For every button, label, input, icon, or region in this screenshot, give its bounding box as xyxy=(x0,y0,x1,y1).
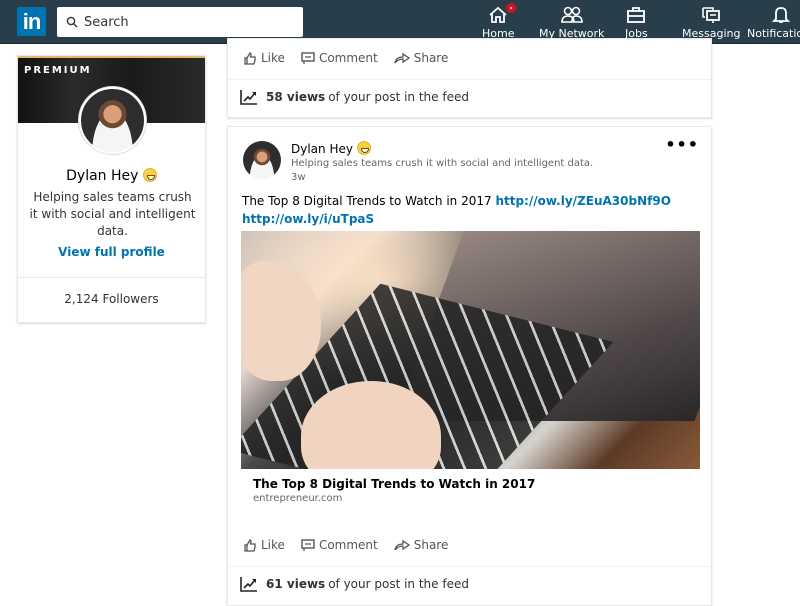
profile-name-row[interactable]: Dylan Hey xyxy=(18,168,205,184)
premium-badge: PREMIUM xyxy=(24,65,92,76)
post-actions: Like Comment Share xyxy=(243,538,448,552)
author-headline: Helping sales teams crush it with social… xyxy=(291,158,594,169)
bell-icon xyxy=(772,7,791,23)
profile-avatar[interactable] xyxy=(79,87,146,154)
home-icon xyxy=(489,6,507,23)
post-actions: Like Comment Share xyxy=(243,51,448,65)
more-options-icon[interactable]: ••• xyxy=(665,135,699,154)
nav-notifications[interactable]: Notifications xyxy=(747,5,800,43)
like-button[interactable]: Like xyxy=(243,51,285,65)
search-placeholder: Search xyxy=(84,14,129,30)
post-time: 3w xyxy=(291,172,306,183)
share-label: Share xyxy=(413,538,449,552)
profile-headline: Helping sales teams crush it with social… xyxy=(29,190,196,238)
followers-count[interactable]: 2,124 Followers xyxy=(18,292,205,306)
feed-post: Like Comment Share 58 views of your post … xyxy=(227,38,712,118)
smiley-emoji-icon xyxy=(142,168,157,182)
comment-icon xyxy=(301,52,315,64)
hand xyxy=(241,261,321,381)
share-icon xyxy=(394,539,410,551)
views-suffix: of your post in the feed xyxy=(328,577,469,591)
author-row[interactable]: Dylan Hey xyxy=(291,141,371,156)
post-views[interactable]: 58 views of your post in the feed xyxy=(240,89,469,105)
like-label: Like xyxy=(261,538,285,552)
share-button[interactable]: Share xyxy=(394,538,449,552)
divider xyxy=(18,277,205,278)
nav-label: Notifications xyxy=(747,27,800,40)
search-input[interactable]: Search xyxy=(57,7,303,37)
comment-label: Comment xyxy=(318,51,378,65)
views-count: 58 views xyxy=(266,90,326,104)
profile-name[interactable]: Dylan Hey xyxy=(66,168,138,184)
divider xyxy=(228,79,711,80)
thumbs-up-icon xyxy=(244,539,256,552)
profile-card: PREMIUM Dylan Hey Helping sales teams cr… xyxy=(17,55,206,323)
like-label: Like xyxy=(261,51,285,65)
post-link[interactable]: http://ow.ly/ZEuA30bNf9O xyxy=(495,194,670,208)
comment-label: Comment xyxy=(318,538,378,552)
views-suffix: of your post in the feed xyxy=(328,90,469,104)
briefcase-icon xyxy=(627,7,646,23)
smiley-emoji-icon xyxy=(356,141,371,155)
share-icon xyxy=(394,52,410,64)
author-avatar[interactable] xyxy=(243,141,281,179)
article-title[interactable]: The Top 8 Digital Trends to Watch in 201… xyxy=(253,477,535,491)
post-text: The Top 8 Digital Trends to Watch in 201… xyxy=(242,192,702,228)
view-full-profile-link[interactable]: View full profile xyxy=(18,245,205,259)
like-button[interactable]: Like xyxy=(243,538,285,552)
comment-button[interactable]: Comment xyxy=(301,51,378,65)
comment-button[interactable]: Comment xyxy=(301,538,378,552)
article-image[interactable] xyxy=(241,231,700,469)
divider xyxy=(228,566,711,567)
messaging-icon xyxy=(702,7,721,23)
post-text-content: The Top 8 Digital Trends to Watch in 201… xyxy=(242,194,492,208)
views-count: 61 views xyxy=(266,577,326,591)
article-source: entrepreneur.com xyxy=(253,493,343,504)
comment-icon xyxy=(301,539,315,551)
trending-chart-icon xyxy=(240,577,257,592)
trending-chart-icon xyxy=(240,90,257,105)
notification-badge xyxy=(506,3,517,13)
network-icon xyxy=(560,6,583,23)
feed-post: Dylan Hey Helping sales teams crush it w… xyxy=(227,126,712,606)
post-views[interactable]: 61 views of your post in the feed xyxy=(240,576,469,592)
share-label: Share xyxy=(413,51,449,65)
share-button[interactable]: Share xyxy=(394,51,449,65)
thumbs-up-icon xyxy=(244,52,256,65)
author-name[interactable]: Dylan Hey xyxy=(291,142,353,156)
post-link[interactable]: http://ow.ly/i/uTpaS xyxy=(242,212,374,226)
search-icon xyxy=(66,16,78,28)
linkedin-logo[interactable]: in xyxy=(17,7,46,36)
